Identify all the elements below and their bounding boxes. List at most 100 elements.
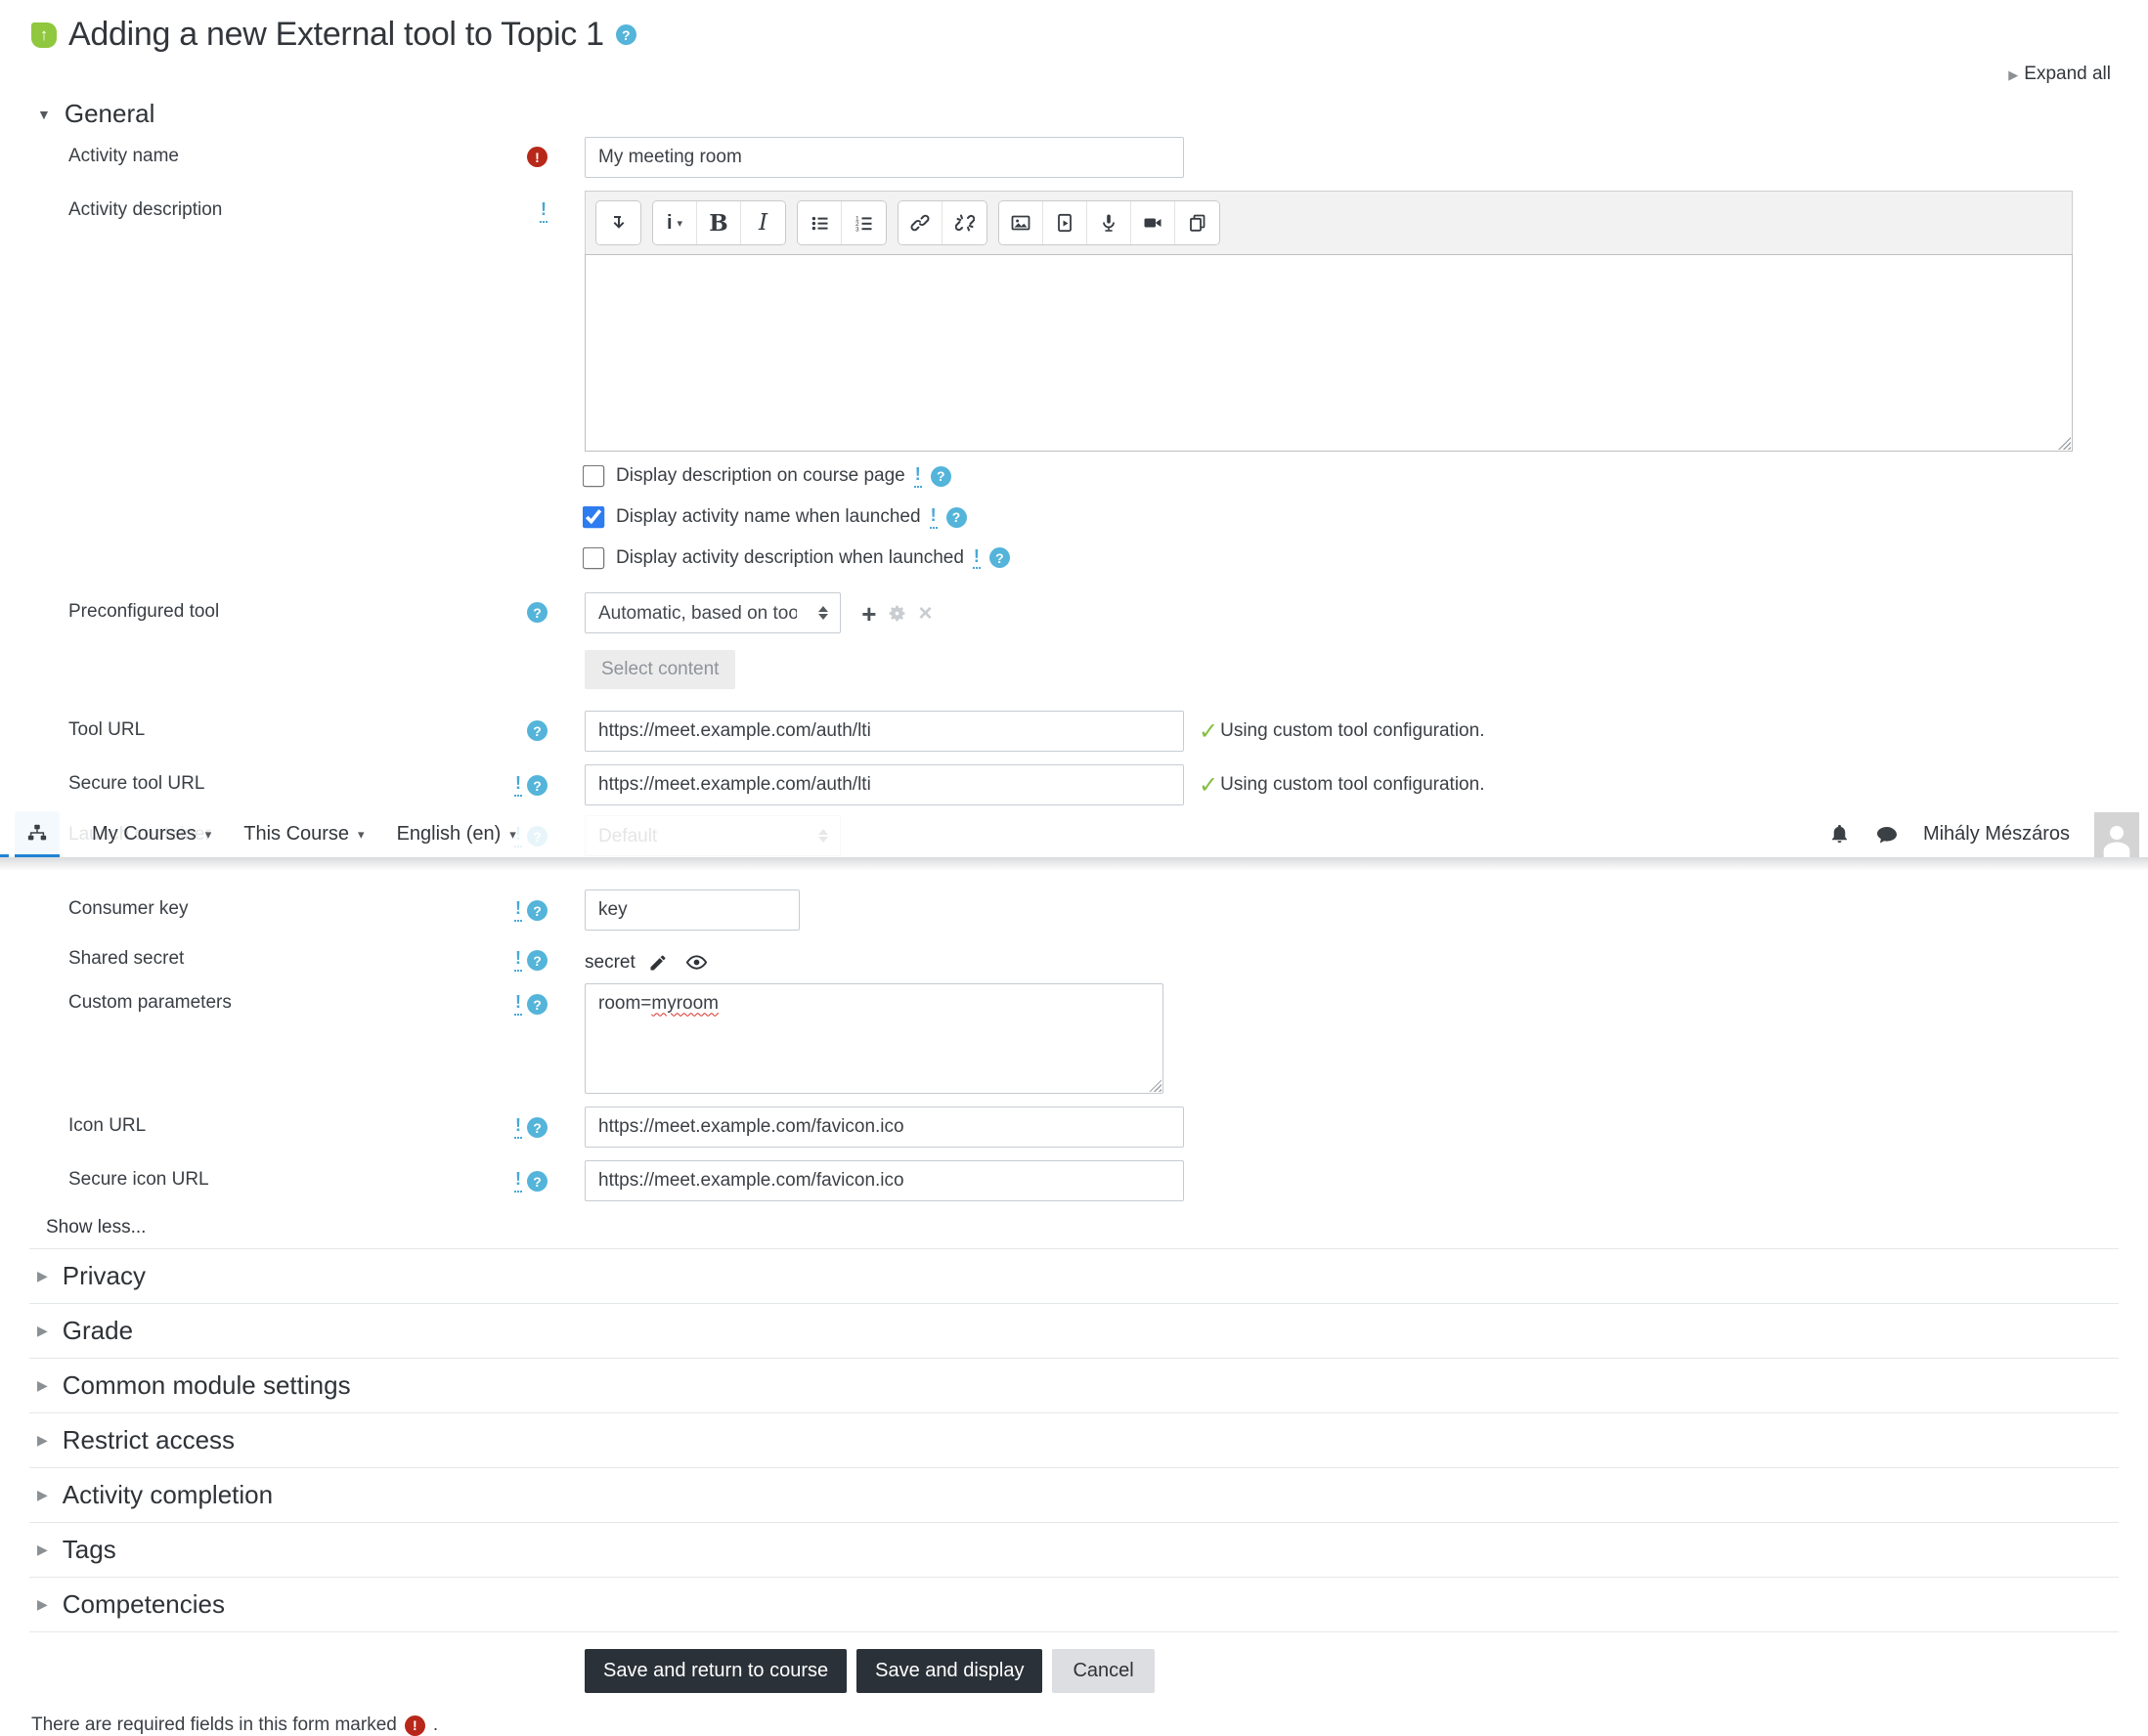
section-header-privacy[interactable]: ▶ Privacy [29, 1249, 2119, 1305]
shared-secret-value: secret [585, 951, 636, 973]
row-custom-parameters: Custom parameters ! ? room=myroom [29, 983, 2119, 1095]
section-header-restrict-access[interactable]: ▶ Restrict access [29, 1413, 2119, 1469]
show-less-link[interactable]: Show less... [46, 1217, 2119, 1238]
row-secure-tool-url: Secure tool URL ! ? ✓ Using custom tool … [29, 764, 2119, 806]
nav-menu-my-courses[interactable]: My Courses ▾ [92, 823, 211, 846]
warning-icon: ! [514, 993, 522, 1017]
help-icon[interactable]: ? [527, 775, 548, 797]
unlink-icon[interactable] [942, 201, 986, 244]
save-and-display-button[interactable]: Save and display [856, 1649, 1043, 1694]
display-activity-description-checkbox[interactable] [582, 546, 605, 570]
reveal-secret-button[interactable] [685, 951, 708, 974]
insert-image-icon[interactable] [999, 201, 1043, 244]
sitemap-tab[interactable] [15, 811, 60, 858]
warning-icon: ! [540, 199, 548, 223]
required-icon: ! [527, 147, 548, 167]
warning-icon: ! [514, 1170, 522, 1194]
warning-icon: ! [913, 464, 922, 488]
collapse-triangle-icon: ▼ [37, 106, 51, 122]
svg-text:3: 3 [855, 226, 859, 233]
cancel-button[interactable]: Cancel [1052, 1649, 1155, 1694]
edit-secret-button[interactable] [648, 953, 668, 973]
edit-tool-gear-icon[interactable] [887, 603, 907, 624]
display-description-checkbox[interactable] [582, 465, 605, 488]
unordered-list-icon[interactable] [798, 201, 842, 244]
rich-text-editor: i ▾ B I 123 [585, 191, 2073, 452]
record-video-icon[interactable] [1131, 201, 1175, 244]
avatar[interactable] [2094, 811, 2139, 857]
section-header-tags[interactable]: ▶ Tags [29, 1523, 2119, 1579]
record-audio-icon[interactable] [1087, 201, 1131, 244]
help-icon[interactable]: ? [527, 1171, 548, 1193]
nav-menu-language[interactable]: English (en) ▾ [397, 823, 516, 846]
top-navbar: My Courses ▾ This Course ▾ English (en) ▾ M… [0, 811, 2148, 858]
tool-url-status: ✓ Using custom tool configuration. [1199, 717, 1485, 745]
consumer-key-input[interactable] [585, 890, 800, 932]
bell-icon [1831, 825, 1848, 844]
secure-tool-url-input[interactable] [585, 764, 1184, 806]
display-activity-name-checkbox[interactable] [582, 505, 605, 529]
help-icon[interactable]: ? [527, 950, 548, 972]
icon-url-input[interactable] [585, 1107, 1184, 1149]
editor-toolbar: i ▾ B I 123 [585, 191, 2073, 254]
user-name[interactable]: Mihály Mészáros [1923, 823, 2070, 846]
help-icon[interactable]: ? [945, 506, 967, 528]
row-tool-url: Tool URL ? ✓ Using custom tool configura… [29, 711, 2119, 753]
select-content-button[interactable]: Select content [585, 650, 736, 690]
collapse-triangle-icon: ▶ [37, 1377, 48, 1394]
row-consumer-key: Consumer key ! ? [29, 890, 2119, 932]
navbar-edge-fragment [0, 854, 9, 858]
nav-menu-this-course[interactable]: This Course ▾ [243, 823, 364, 846]
activity-name-label: Activity name [68, 146, 179, 166]
tool-url-input[interactable] [585, 711, 1184, 753]
checkmark-icon: ✓ [1199, 771, 1219, 799]
italic-icon[interactable]: I [741, 201, 785, 244]
page: ↑ Adding a new External tool to Topic 1 … [0, 0, 2148, 1736]
save-and-return-button[interactable]: Save and return to course [585, 1649, 848, 1694]
help-icon[interactable]: ? [527, 1117, 548, 1139]
preconfigured-tool-select[interactable]: Automatic, based on tool URL [585, 592, 841, 634]
link-icon[interactable] [899, 201, 942, 244]
collapse-triangle-icon: ▶ [37, 1541, 48, 1558]
section-header-grade[interactable]: ▶ Grade [29, 1304, 2119, 1360]
row-activity-name: Activity name ! [29, 137, 2119, 178]
section-header-activity-completion[interactable]: ▶ Activity completion [29, 1468, 2119, 1524]
paragraph-styles-icon[interactable]: i ▾ [653, 201, 697, 244]
chat-icon [1876, 826, 1897, 844]
ordered-list-icon[interactable]: 123 [842, 201, 886, 244]
add-tool-icon[interactable]: + [861, 601, 876, 627]
help-icon[interactable]: ? [527, 900, 548, 922]
resize-handle[interactable] [2058, 437, 2071, 450]
editor-content-area[interactable] [585, 254, 2073, 452]
help-icon[interactable]: ? [988, 547, 1010, 569]
required-fields-note: There are required fields in this form m… [31, 1714, 439, 1736]
row-secure-icon-url: Secure icon URL ! ? [29, 1160, 2119, 1202]
bold-icon[interactable]: B [697, 201, 741, 244]
manage-files-icon[interactable] [1175, 201, 1219, 244]
eye-icon [685, 955, 707, 971]
notifications-button[interactable] [1828, 823, 1851, 846]
help-icon[interactable]: ? [527, 720, 548, 742]
collapse-toolbar-icon[interactable] [596, 201, 640, 244]
help-icon[interactable]: ? [930, 465, 951, 487]
resize-handle[interactable] [1149, 1079, 1162, 1093]
page-title: Adding a new External tool to Topic 1 [68, 16, 604, 53]
section-header-common-module-settings[interactable]: ▶ Common module settings [29, 1359, 2119, 1414]
activity-name-input[interactable] [585, 137, 1184, 178]
consumer-key-label: Consumer key [68, 898, 189, 920]
messages-button[interactable] [1875, 823, 1899, 846]
help-icon[interactable]: ? [527, 994, 548, 1016]
expand-all-link[interactable]: ▶ Expand all [29, 64, 2111, 85]
section-header-general[interactable]: ▼ General [37, 99, 2119, 129]
title-help-icon[interactable]: ? [615, 24, 636, 45]
secure-icon-url-input[interactable] [585, 1160, 1184, 1202]
secure-tool-url-label: Secure tool URL [68, 773, 205, 795]
section-header-competencies[interactable]: ▶ Competencies [29, 1578, 2119, 1633]
help-icon[interactable]: ? [527, 602, 548, 624]
sitemap-icon [27, 825, 47, 841]
delete-tool-icon[interactable]: × [918, 601, 932, 626]
insert-media-icon[interactable] [1043, 201, 1087, 244]
custom-parameters-textarea[interactable]: room=myroom [585, 983, 1163, 1095]
chevron-down-icon: ▾ [509, 826, 516, 842]
row-icon-url: Icon URL ! ? [29, 1107, 2119, 1149]
